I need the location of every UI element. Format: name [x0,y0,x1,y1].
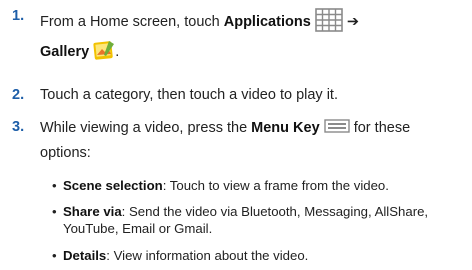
step-number: 2. [12,87,25,103]
step-text: From a Home screen, touch [40,13,224,30]
applications-grid-icon [314,8,343,36]
menu-key-label: Menu Key [251,119,320,136]
step-text-options: options: [40,145,91,161]
step-3-line-1: While viewing a video, press the Menu Ke… [40,119,410,137]
bullet-term: Scene selection [63,178,163,193]
menu-key-icon [323,119,350,137]
period: . [115,43,120,60]
bullet-glyph: • [52,248,57,263]
bullet-term: Details [63,248,107,263]
bullet-term: Share via [63,204,122,219]
step-text: Touch a category, then touch a video to … [40,87,338,103]
gallery-label: Gallery [40,43,90,60]
gallery-icon [93,39,115,65]
step-1-line-2: Gallery . [40,39,119,65]
step-number: 3. [12,119,25,135]
bullet-glyph: • [52,204,57,219]
step-1-line-1: From a Home screen, touch Applications ➔ [40,8,359,36]
step-text: While viewing a video, press the [40,119,252,136]
bullet-glyph: • [52,178,57,193]
applications-label: Applications [223,13,311,30]
step-number: 1. [12,8,25,24]
instructions-page: 1. From a Home screen, touch Application… [0,0,472,270]
bullet-text: : Touch to view a frame from the video. [162,178,389,193]
step-text-tail: for these [349,119,411,136]
bullet-text: : View information about the video. [106,248,309,263]
arrow-glyph: ➔ [346,13,359,30]
